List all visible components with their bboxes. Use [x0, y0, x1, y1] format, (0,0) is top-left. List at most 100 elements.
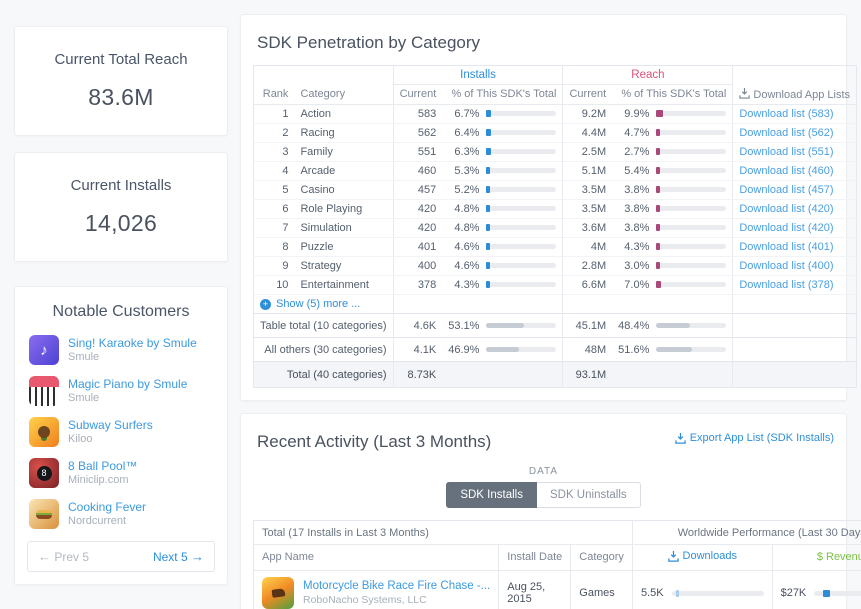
- reach-pct-cell: 3.8%: [612, 180, 734, 200]
- sdk-installs-toggle[interactable]: SDK Installs: [446, 482, 537, 508]
- customer-company: Miniclip.com: [68, 473, 129, 486]
- download-lists-header: Download App Lists: [732, 84, 857, 105]
- reach-current-cell: 3.5M: [562, 180, 613, 200]
- category-cell: Strategy: [294, 256, 394, 276]
- customer-app-link[interactable]: Sing! Karaoke by Smule: [68, 336, 197, 351]
- sdk-uninstalls-toggle[interactable]: SDK Uninstalls: [536, 482, 641, 508]
- customers-pagination: ← Prev 5 Next 5 →: [27, 541, 215, 572]
- rank-cell: 10: [253, 275, 295, 295]
- installs-pct-cell: 6.7%: [442, 104, 564, 124]
- download-list-link[interactable]: Download list (420): [739, 222, 833, 234]
- customer-app-link[interactable]: 8 Ball Pool™: [68, 459, 137, 474]
- reach-bar: [656, 186, 727, 193]
- download-list-link[interactable]: Download list (583): [739, 108, 833, 120]
- installs-pct-cell: 4.8%: [442, 218, 564, 238]
- installs-current-cell: 551: [393, 142, 443, 162]
- list-item[interactable]: Cooking Fever Nordcurrent: [29, 499, 213, 529]
- customer-app-link[interactable]: Cooking Fever: [68, 500, 146, 515]
- customer-company: Nordcurrent: [68, 514, 127, 527]
- installs-bar: [486, 243, 557, 250]
- table-row: 6 Role Playing 420 4.8% 3.5M 3.8% Downlo…: [253, 199, 857, 219]
- installs-pct-cell: 5.2%: [442, 180, 564, 200]
- list-item[interactable]: 8 Ball Pool™ Miniclip.com: [29, 458, 213, 488]
- export-app-list-link[interactable]: Export App List (SDK Installs): [674, 432, 834, 444]
- sing-karaoke-app-icon: [29, 335, 59, 365]
- total-label: Table total (10 categories): [253, 313, 394, 338]
- download-list-link[interactable]: Download list (562): [739, 127, 833, 139]
- download-list-link[interactable]: Download list (460): [739, 165, 833, 177]
- installs-pct-cell: 5.3%: [442, 161, 564, 181]
- customer-app-link[interactable]: Magic Piano by Smule: [68, 377, 187, 392]
- category-cell: Arcade: [294, 161, 394, 181]
- customer-company: Smule: [68, 391, 100, 404]
- reach-group-header[interactable]: Reach: [562, 65, 734, 85]
- sdk-penetration-title: SDK Penetration by Category: [257, 33, 481, 52]
- reach-pct-cell: 9.9%: [612, 104, 734, 124]
- category-cell: Casino: [294, 180, 394, 200]
- sdk-penetration-card: SDK Penetration by Category Installs Rea…: [240, 14, 858, 401]
- table-row: Motorcycle Bike Race Fire Chase -... Rob…: [253, 570, 861, 609]
- download-list-link[interactable]: Download list (401): [739, 241, 833, 253]
- reach-pct-cell: 2.7%: [612, 142, 734, 162]
- worldwide-performance-header: Worldwide Performance (Last 30 Days): [631, 520, 861, 545]
- installs-current-cell: 420: [393, 199, 443, 219]
- reach-current-cell: 3.6M: [562, 218, 613, 238]
- reach-pct-cell: 4.7%: [612, 123, 734, 143]
- reach-pct-cell: 3.8%: [612, 199, 734, 219]
- downloads-header[interactable]: Downloads: [632, 544, 773, 571]
- download-list-link[interactable]: Download list (378): [739, 279, 833, 291]
- magic-piano-app-icon: [29, 376, 59, 406]
- rank-cell: 4: [253, 161, 295, 181]
- reach-bar: [656, 243, 727, 250]
- arrow-right-icon: →: [191, 549, 204, 564]
- reach-current-header: Current: [562, 84, 613, 105]
- installs-bar: [486, 224, 557, 231]
- download-list-link[interactable]: Download list (420): [739, 203, 833, 215]
- installs-bar: [486, 186, 557, 193]
- customer-app-link[interactable]: Subway Surfers: [68, 418, 153, 433]
- next-label: Next 5: [152, 550, 188, 564]
- rank-cell: 8: [253, 237, 295, 257]
- dashboard-page: Current Total Reach 83.6M Current Instal…: [0, 0, 861, 609]
- app-name-link[interactable]: Motorcycle Bike Race Fire Chase -...: [303, 579, 490, 594]
- table-column-header-row: Rank Category Current % of This SDK's To…: [253, 84, 857, 105]
- reach-current-cell: 9.2M: [562, 104, 613, 124]
- list-item[interactable]: Sing! Karaoke by Smule Smule: [29, 335, 213, 365]
- reach-current-cell: 5.1M: [562, 161, 613, 181]
- category-cell: Games: [570, 570, 633, 609]
- list-item[interactable]: Subway Surfers Kiloo: [29, 417, 213, 447]
- next-page-button[interactable]: Next 5 →: [153, 549, 204, 564]
- installs-pct-cell: 6.4%: [442, 123, 564, 143]
- installs-bar: [486, 167, 557, 174]
- category-cell: Racing: [294, 123, 394, 143]
- show-more-link[interactable]: + Show (5) more ...: [260, 298, 360, 310]
- grand-total-reach: 93.1M: [562, 361, 613, 388]
- prev-label: Prev 5: [54, 550, 90, 564]
- reach-bar: [656, 281, 727, 288]
- table-row: 7 Simulation 420 4.8% 3.6M 3.8% Download…: [253, 218, 857, 238]
- revenue-bar: [814, 589, 861, 597]
- show-more-row: + Show (5) more ...: [253, 294, 857, 314]
- revenue-header[interactable]: $ Revenue: [772, 544, 861, 571]
- table-row: 2 Racing 562 6.4% 4.4M 4.7% Download lis…: [253, 123, 857, 143]
- grand-total-label: Total (40 categories): [253, 361, 394, 388]
- category-cell: Action: [294, 104, 394, 124]
- total-reach: 45.1M: [562, 313, 613, 338]
- category-cell: Entertainment: [294, 275, 394, 295]
- installs-group-header[interactable]: Installs: [393, 65, 564, 85]
- total-reach-card: Current Total Reach 83.6M: [14, 26, 228, 136]
- installs-current-cell: 401: [393, 237, 443, 257]
- prev-page-button[interactable]: ← Prev 5: [38, 549, 89, 564]
- installs-current-header: Current: [393, 84, 443, 105]
- installs-bar: [486, 205, 557, 212]
- app-publisher: RoboNacho Systems, LLC: [303, 593, 427, 606]
- install-date-cell: Aug 25, 2015: [498, 570, 572, 609]
- plus-icon: +: [260, 298, 271, 310]
- rank-cell: 5: [253, 180, 295, 200]
- reach-pct-cell: 7.0%: [612, 275, 734, 295]
- download-list-link[interactable]: Download list (457): [739, 184, 833, 196]
- download-list-link[interactable]: Download list (551): [739, 146, 833, 158]
- download-list-link[interactable]: Download list (400): [739, 260, 833, 272]
- reach-bar: [656, 205, 727, 212]
- list-item[interactable]: Magic Piano by Smule Smule: [29, 376, 213, 406]
